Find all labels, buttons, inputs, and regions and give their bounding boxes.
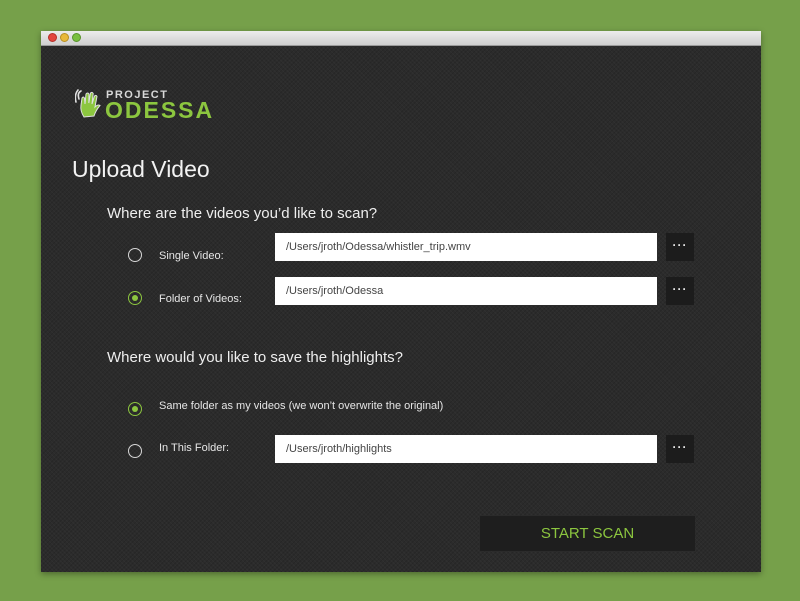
close-window-button[interactable] [48,33,57,42]
single-video-label: Single Video: [159,250,224,262]
logo-odessa-text: ODESSA [105,97,215,123]
same-folder-label: Same folder as my videos (we won’t overw… [159,400,444,412]
folder-of-videos-label: Folder of Videos: [159,293,242,305]
in-this-folder-label: In This Folder: [159,442,230,454]
start-scan-button[interactable]: START SCAN [480,516,695,551]
title-bar [41,31,761,46]
single-video-path-input[interactable]: /Users/jroth/Odessa/whistler_trip.wmv [275,233,657,261]
folder-of-videos-browse-button[interactable]: ··· [666,277,694,305]
highlights-folder-path-input[interactable]: /Users/jroth/highlights [275,435,657,463]
single-video-browse-button[interactable]: ··· [666,233,694,261]
folder-of-videos-path-input[interactable]: /Users/jroth/Odessa [275,277,657,305]
zoom-window-button[interactable] [72,33,81,42]
single-video-radio[interactable] [128,248,142,262]
page-title: Upload Video [72,156,210,182]
main-panel: PROJECT ODESSA Upload Video Where are th… [41,46,761,572]
in-this-folder-radio[interactable] [128,444,142,458]
scan-source-question: Where are the videos you’d like to scan? [107,205,378,222]
minimize-window-button[interactable] [60,33,69,42]
same-folder-radio[interactable] [128,402,142,416]
hand-wave-icon [74,89,103,124]
project-odessa-logo: PROJECT ODESSA [74,89,245,124]
folder-of-videos-radio[interactable] [128,291,142,305]
highlights-folder-browse-button[interactable]: ··· [666,435,694,463]
save-location-question: Where would you like to save the highlig… [107,349,404,366]
app-window: PROJECT ODESSA Upload Video Where are th… [41,31,761,572]
